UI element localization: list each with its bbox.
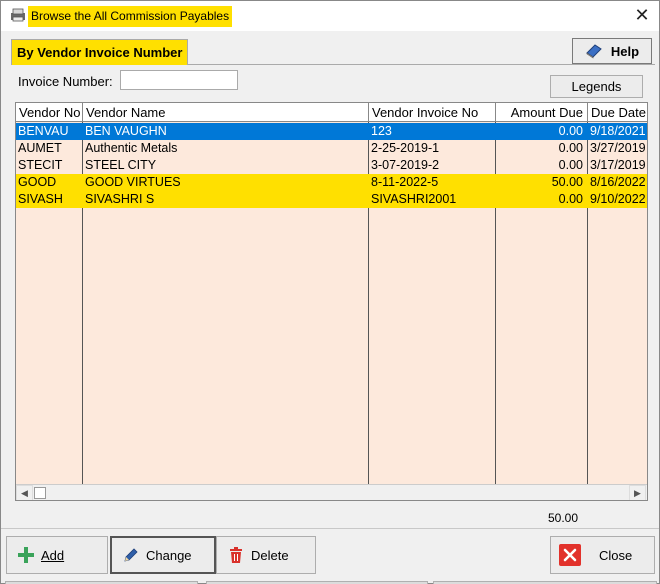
- title-bar: Browse the All Commission Payables ✕: [1, 1, 659, 31]
- horizontal-scrollbar[interactable]: ◀ ▶: [16, 484, 647, 500]
- help-button[interactable]: Help: [572, 38, 652, 64]
- table-row[interactable]: SIVASH SIVASHRI S SIVASHRI2001 0.00 9/10/202…: [16, 191, 647, 208]
- cell-vendor-name: GOOD VIRTUES: [85, 175, 181, 189]
- cell-vendor-no: STECIT: [18, 158, 63, 172]
- delete-label: Delete: [251, 547, 289, 563]
- delete-button[interactable]: Delete: [216, 536, 316, 574]
- table-row[interactable]: AUMET Authentic Metals 2-25-2019-1 0.00 3/27…: [16, 140, 647, 157]
- help-book-icon: [586, 44, 602, 59]
- close-button[interactable]: Close: [550, 536, 655, 574]
- invoice-number-input[interactable]: [120, 70, 238, 90]
- cell-vendor-name: Authentic Metals: [85, 141, 178, 155]
- help-label: Help: [610, 43, 640, 59]
- invoice-number-label: Invoice Number:: [18, 74, 113, 89]
- cell-due-date: 3/17/2019: [590, 158, 646, 172]
- legends-label: Legends: [571, 79, 622, 94]
- cell-amount-due: 0.00: [558, 158, 583, 172]
- grid-header: Vendor No Vendor Name Vendor Invoice No …: [16, 103, 647, 122]
- tab-divider: [187, 64, 655, 65]
- close-label: Close: [599, 547, 633, 563]
- cell-vendor-no: BENVAU: [18, 124, 69, 138]
- cell-vendor-invoice-no: SIVASHRI2001: [371, 192, 457, 206]
- cell-vendor-name: STEEL CITY: [85, 158, 157, 172]
- cell-vendor-invoice-no: 123: [371, 124, 392, 138]
- tab-by-vendor-invoice-number[interactable]: By Vendor Invoice Number: [11, 39, 188, 65]
- cell-amount-due: 50.00: [551, 175, 583, 189]
- cell-vendor-no: SIVASH: [18, 192, 63, 206]
- close-icon: [559, 544, 581, 566]
- cell-due-date: 3/27/2019: [590, 141, 646, 155]
- scroll-left-icon[interactable]: ◀: [16, 485, 33, 500]
- change-button[interactable]: Change: [110, 536, 216, 574]
- cell-due-date: 9/18/2021: [590, 124, 646, 138]
- legends-button[interactable]: Legends: [550, 75, 643, 98]
- window-close-icon[interactable]: ✕: [629, 4, 655, 28]
- cell-vendor-name: BEN VAUGHN: [85, 124, 167, 138]
- cell-amount-due: 0.00: [558, 192, 583, 206]
- scroll-right-icon[interactable]: ▶: [629, 485, 646, 500]
- printer-icon: [11, 8, 25, 22]
- footer-divider: [1, 528, 659, 529]
- column-header-amount-due[interactable]: Amount Due: [496, 103, 588, 122]
- plus-icon: [18, 547, 34, 563]
- add-label: Add: [41, 547, 65, 563]
- window-title: Browse the All Commission Payables: [28, 6, 233, 27]
- cell-due-date: 8/16/2022: [590, 175, 646, 189]
- cell-vendor-invoice-no: 8-11-2022-5: [371, 175, 439, 189]
- column-header-vendor-no[interactable]: Vendor No: [16, 103, 83, 122]
- table-row[interactable]: STECIT STEEL CITY 3-07-2019-2 0.00 3/17/2019: [16, 157, 647, 174]
- cell-vendor-no: AUMET: [18, 141, 62, 155]
- commission-payables-window: Browse the All Commission Payables ✕ By …: [0, 0, 660, 584]
- cell-vendor-invoice-no: 3-07-2019-2: [371, 158, 440, 172]
- scrollbar-thumb[interactable]: [34, 487, 46, 499]
- column-header-vendor-name[interactable]: Vendor Name: [83, 103, 369, 122]
- add-button[interactable]: Add: [6, 536, 108, 574]
- trash-icon: [230, 547, 242, 563]
- table-row[interactable]: GOOD GOOD VIRTUES 8-11-2022-5 50.00 8/16/202…: [16, 174, 647, 191]
- table-row[interactable]: BENVAU BEN VAUGHN 123 0.00 9/18/2021: [16, 123, 647, 140]
- pencil-icon: [124, 548, 138, 562]
- payables-grid[interactable]: Vendor No Vendor Name Vendor Invoice No …: [15, 102, 648, 501]
- cell-vendor-name: SIVASHRI S: [85, 192, 155, 206]
- column-header-vendor-invoice-no[interactable]: Vendor Invoice No: [369, 103, 496, 122]
- cell-amount-due: 0.00: [558, 124, 583, 138]
- cell-vendor-no: GOOD: [18, 175, 57, 189]
- change-label: Change: [146, 547, 192, 563]
- cell-vendor-invoice-no: 2-25-2019-1: [371, 141, 440, 155]
- column-header-due-date[interactable]: Due Date: [588, 103, 647, 122]
- cell-amount-due: 0.00: [558, 141, 583, 155]
- cell-due-date: 9/10/2022: [590, 192, 646, 206]
- total-amount-due: 50.00: [548, 511, 579, 525]
